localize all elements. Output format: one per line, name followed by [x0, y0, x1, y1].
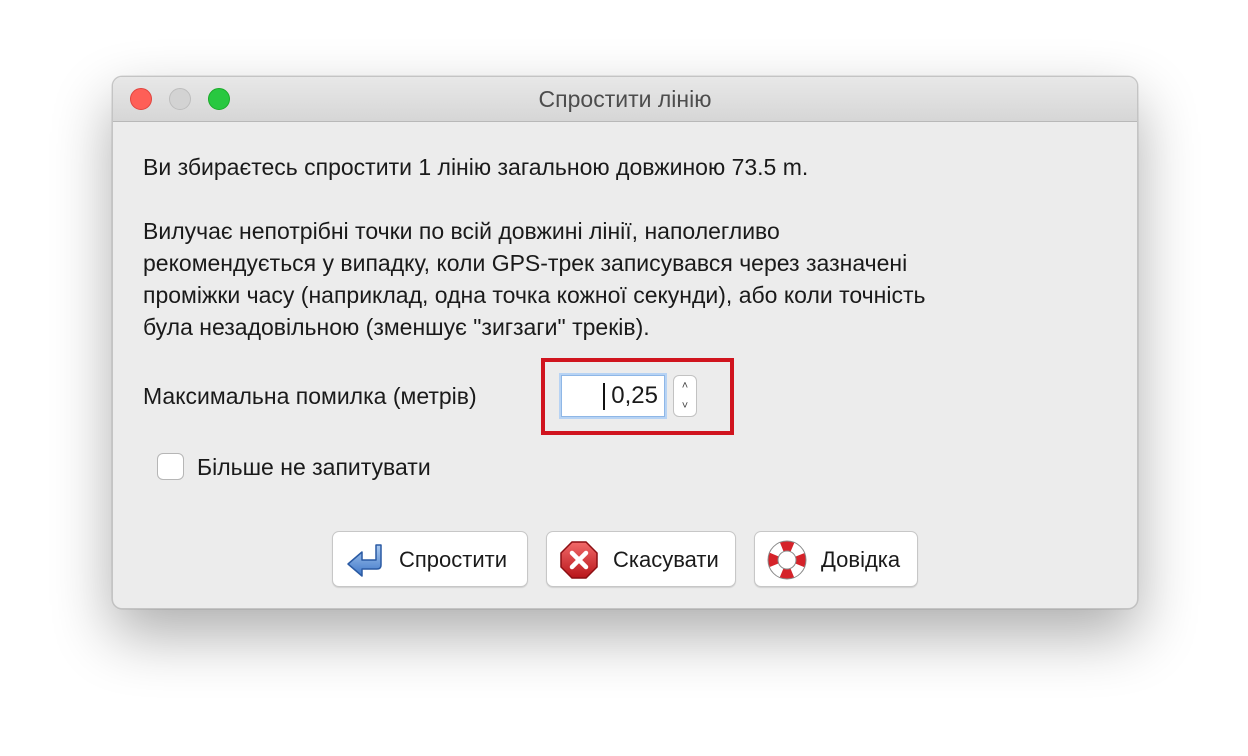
cancel-button-label: Скасувати — [613, 547, 719, 572]
text-caret — [603, 383, 605, 410]
help-button[interactable]: Довідка — [754, 531, 918, 587]
lifebuoy-icon — [767, 540, 807, 580]
title-bar[interactable]: Спростити лінію — [113, 77, 1137, 122]
dont-ask-label[interactable]: Більше не запитувати — [197, 451, 431, 483]
blue-return-arrow-icon — [347, 544, 382, 577]
help-button-label: Довідка — [821, 547, 901, 572]
description-line: проміжки часу (наприклад, одна точка кож… — [143, 282, 926, 308]
max-error-label: Максимальна помилка (метрів) — [143, 383, 477, 409]
description-line: рекомендується у випадку, коли GPS-трек … — [143, 250, 908, 276]
chevron-down-icon[interactable]: ˅ — [674, 396, 696, 416]
max-error-input[interactable] — [561, 375, 665, 417]
max-error-stepper[interactable]: ˄ ˅ — [673, 375, 697, 417]
simplify-button[interactable]: Спростити — [332, 531, 528, 587]
description-line: була незадовільною (зменшує "зигзаги" тр… — [143, 314, 650, 340]
simplify-button-label: Спростити — [399, 547, 508, 572]
description-line: Вилучає непотрібні точки по всій довжині… — [143, 218, 780, 244]
summary-text: Ви збираєтесь спростити 1 лінію загально… — [143, 154, 809, 180]
dont-ask-checkbox[interactable] — [157, 453, 184, 480]
cancel-button[interactable]: Скасувати — [546, 531, 736, 587]
chevron-up-icon[interactable]: ˄ — [674, 376, 696, 396]
red-stop-x-icon — [560, 541, 598, 579]
description-text: Вилучає непотрібні точки по всій довжині… — [143, 215, 1123, 343]
simplify-line-dialog: Спростити лінію Ви збираєтесь спростити … — [112, 76, 1138, 609]
window-title: Спростити лінію — [538, 86, 712, 112]
